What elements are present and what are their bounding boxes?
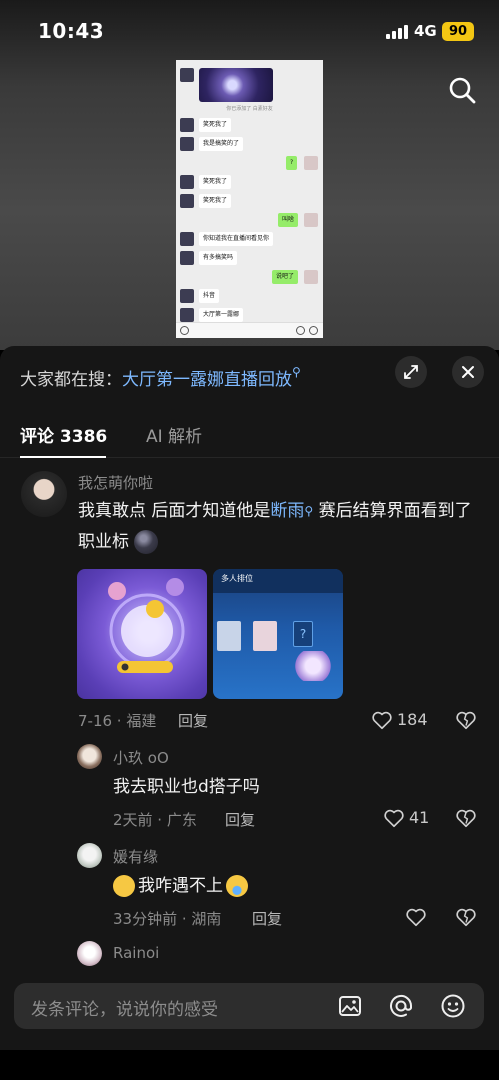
image-icon[interactable] <box>336 992 364 1020</box>
video-area[interactable]: 10:43 4G 90 你已添加了 白素好友 笑死我了 我是搞笑的了 ? 笑死我… <box>0 0 499 350</box>
reply-button[interactable]: 回复 <box>252 908 282 929</box>
smirk-emoji-icon <box>113 875 135 897</box>
comment-meta: 33分钟前 · 湖南 <box>113 910 222 928</box>
chat-bubble: 笑死我了 <box>199 118 232 132</box>
comment-text: 我咋遇不上 <box>113 871 483 902</box>
tab-comments[interactable]: 评论 3386 <box>20 422 107 447</box>
avatar <box>180 137 194 151</box>
hot-search-prefix: 大家都在搜： <box>20 370 122 390</box>
comment-text: 我去职业也d搭子吗 <box>113 777 260 797</box>
reply-button[interactable]: 回复 <box>225 809 255 830</box>
close-button[interactable] <box>452 356 484 388</box>
avatar[interactable] <box>77 941 102 966</box>
like-count: 184 <box>397 710 428 729</box>
chat-bubble: 叫啥 <box>278 213 299 227</box>
chat-bubble: 说吧了 <box>272 270 299 284</box>
battery-icon: 90 <box>442 22 474 41</box>
comment-image[interactable]: 多人排位 ? <box>213 569 343 699</box>
comment-link[interactable]: 断雨 <box>270 501 304 521</box>
chat-bubble: 你知道我在直播间看见你 <box>199 232 274 246</box>
emoji-icon[interactable] <box>439 992 467 1020</box>
comment-username[interactable]: 媛有缘 <box>113 846 158 867</box>
status-bar: 10:43 4G 90 <box>0 0 499 62</box>
avatar <box>304 213 318 227</box>
expand-icon <box>404 365 418 379</box>
chat-bubble: 抖音 <box>199 289 220 303</box>
hot-search-bar[interactable]: 大家都在搜：大厅第一露娜直播回放⚲ <box>20 365 301 390</box>
chat-bubble: 笑死我了 <box>199 175 232 189</box>
avatar <box>180 194 194 208</box>
avatar <box>180 118 194 132</box>
avatar[interactable] <box>77 843 102 868</box>
emoji-icon <box>134 530 159 554</box>
heart-icon[interactable] <box>383 807 405 829</box>
comment-tabs: 评论 3386 AI 解析 <box>0 418 499 458</box>
tab-ai-analysis[interactable]: AI 解析 <box>146 422 202 447</box>
reply-button[interactable]: 回复 <box>178 710 208 731</box>
comment-username[interactable]: Rainoi <box>113 944 159 962</box>
avatar[interactable] <box>77 744 102 769</box>
comment-username[interactable]: 小玖 oO <box>113 747 169 768</box>
close-icon <box>462 366 474 378</box>
network-type: 4G <box>414 22 437 40</box>
comment-panel: 大家都在搜：大厅第一露娜直播回放⚲ 评论 3386 AI 解析 我怎萌你啦 我真… <box>0 346 499 1080</box>
search-small-icon: ⚲ <box>304 504 314 518</box>
search-icon[interactable] <box>446 74 478 106</box>
signal-icon <box>386 24 408 39</box>
broken-heart-icon[interactable] <box>455 906 477 928</box>
avatar <box>180 68 194 82</box>
chat-input-bar <box>176 322 323 338</box>
avatar <box>180 289 194 303</box>
comment-username[interactable]: 我怎萌你啦 <box>78 472 153 493</box>
hot-search-keyword[interactable]: 大厅第一露娜直播回放 <box>122 370 292 390</box>
comment-input[interactable]: 发条评论，说说你的感受 <box>14 983 484 1029</box>
chat-bubble: 我是搞笑的了 <box>199 137 244 151</box>
image-title: 多人排位 <box>221 574 253 583</box>
avatar <box>180 175 194 189</box>
expand-button[interactable] <box>395 356 427 388</box>
comment-meta: 2天前 · 广东 <box>113 811 197 829</box>
chat-bubble: 大厅第一露娜 <box>199 308 244 322</box>
broken-heart-icon[interactable] <box>455 709 477 731</box>
heart-icon[interactable] <box>405 906 427 928</box>
mention-icon[interactable] <box>387 992 415 1020</box>
avatar <box>180 308 194 322</box>
comment-meta: 7-16 · 福建 <box>78 712 157 730</box>
comment-image[interactable] <box>77 569 207 699</box>
comment-placeholder: 发条评论，说说你的感受 <box>31 1000 218 1020</box>
broken-heart-icon[interactable] <box>455 807 477 829</box>
chat-bubble: 有多搞笑吗 <box>199 251 238 265</box>
avatar[interactable] <box>21 471 67 517</box>
avatar <box>180 251 194 265</box>
like-count: 41 <box>409 808 430 827</box>
video-message-thumbnail <box>199 68 273 102</box>
clock: 10:43 <box>38 19 105 43</box>
avatar <box>304 156 318 170</box>
comment-text: 我真敢点 后面才知道他是断雨⚲ 赛后结算界面看到了职业标 <box>78 501 472 554</box>
tab-indicator <box>20 456 106 458</box>
home-indicator-area <box>0 1050 499 1080</box>
chat-screenshot-thumbnail: 你已添加了 白素好友 笑死我了 我是搞笑的了 ? 笑死我了 笑死我了 叫啥 你知… <box>176 60 323 338</box>
avatar <box>180 232 194 246</box>
avatar <box>304 270 318 284</box>
heart-icon[interactable] <box>371 709 393 731</box>
chat-bubble: ? <box>286 156 298 170</box>
system-message: 你已添加了 白素好友 <box>226 106 273 112</box>
crying-emoji-icon <box>226 875 248 897</box>
search-small-icon: ⚲ <box>292 365 301 379</box>
chat-bubble: 笑死我了 <box>199 194 232 208</box>
